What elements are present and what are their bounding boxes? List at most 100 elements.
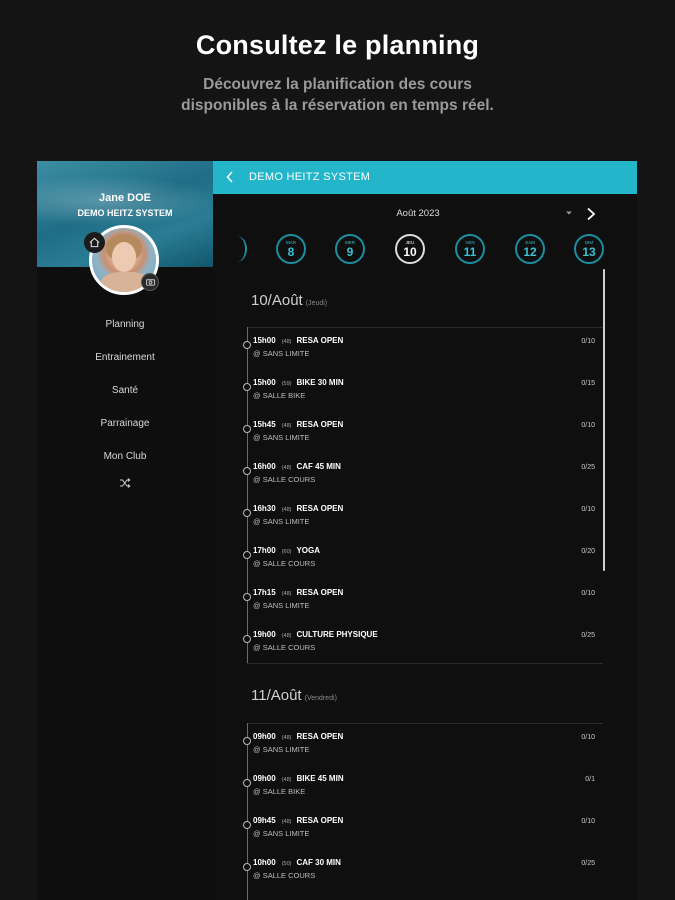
timeline-dot	[243, 863, 251, 871]
timeline-dot	[243, 593, 251, 601]
home-icon[interactable]	[84, 232, 105, 253]
slot-code: (59)	[281, 381, 292, 387]
slot-count: 0/10	[581, 818, 595, 825]
divider	[247, 663, 603, 664]
topbar-title: DEMO HEITZ SYSTEM	[249, 171, 371, 183]
timeline-dot	[243, 779, 251, 787]
timeline-dot	[243, 635, 251, 643]
month-selector[interactable]: Août 2023	[363, 208, 473, 219]
slot-count: 0/20	[581, 548, 595, 555]
scrollbar[interactable]	[603, 269, 605, 571]
slot-time: 15h45	[253, 420, 276, 429]
slot-code: (48)	[281, 507, 292, 513]
day-heading: 10/Août (Jeudi)	[251, 292, 327, 309]
day-circle[interactable]: VEN 11	[455, 234, 485, 264]
slot-count: 0/25	[581, 464, 595, 471]
slot-name: YOGA	[296, 546, 321, 555]
user-name: Jane DOE	[99, 192, 151, 204]
chevron-right-icon[interactable]	[585, 207, 597, 221]
slot-room: @ SALLE COURS	[253, 559, 316, 568]
day-number: 12	[523, 244, 537, 259]
shuffle-icon[interactable]	[37, 478, 213, 502]
slot-name: BIKE 45 MIN	[296, 774, 344, 783]
slot-count: 0/10	[581, 590, 595, 597]
slot-time: 10h00	[253, 858, 276, 867]
day-strip: MAR 8 MER 9 JEU 10 VEN 11 SAM 12 DIM 13	[213, 231, 637, 267]
slot-count: 0/1	[585, 776, 595, 783]
day-circle[interactable]: SAM 12	[515, 234, 545, 264]
camera-icon[interactable]	[141, 273, 159, 291]
class-slot[interactable]: 09h45 (48) RESA OPEN @ SANS LIMITE 0/10	[243, 807, 603, 849]
caret-down-icon[interactable]	[565, 209, 573, 217]
day-heading: 11/Août (Vendredi)	[251, 687, 337, 704]
class-slot[interactable]: 17h00 (60) YOGA @ SALLE COURS 0/20	[243, 537, 603, 579]
class-slot[interactable]: 16h30 (48) RESA OPEN @ SANS LIMITE 0/10	[243, 495, 603, 537]
slot-name: CAF 45 MIN	[296, 462, 341, 471]
day-heading-weekday: (Jeudi)	[305, 300, 328, 307]
day-circle[interactable]: MER 9	[335, 234, 365, 264]
slot-name: RESA OPEN	[296, 816, 344, 825]
slot-name: CAF 30 MIN	[296, 858, 341, 867]
timeline-dot	[243, 509, 251, 517]
slot-time: 09h45	[253, 816, 276, 825]
promo-subtitle-line-1: Découvrez la planification des cours	[203, 76, 472, 93]
timeline-dot	[243, 467, 251, 475]
day-circle[interactable]: MAR 8	[276, 234, 306, 264]
class-slot[interactable]: 15h00 (59) BIKE 30 MIN @ SALLE BIKE 0/15	[243, 369, 603, 411]
sidebar-item-planning[interactable]: Planning	[37, 313, 213, 346]
slot-count: 0/10	[581, 506, 595, 513]
class-slot[interactable]: 15h45 (48) RESA OPEN @ SANS LIMITE 0/10	[243, 411, 603, 453]
class-slot[interactable]: 10h00 (50) CAF 30 MIN @ SALLE COURS 0/25	[243, 849, 603, 891]
class-slot[interactable]: 09h00 (48) BIKE 45 MIN @ SALLE BIKE 0/1	[243, 765, 603, 807]
slot-time: 09h00	[253, 774, 276, 783]
day-circle-partial[interactable]	[227, 236, 247, 262]
sidebar-item-mon-club[interactable]: Mon Club	[37, 445, 213, 478]
slot-room: @ SANS LIMITE	[253, 517, 310, 526]
slot-count: 0/10	[581, 338, 595, 345]
slot-code: (48)	[281, 819, 292, 825]
slot-time: 16h30	[253, 504, 276, 513]
day-circle[interactable]: DIM 13	[574, 234, 604, 264]
slot-name: RESA OPEN	[296, 588, 344, 597]
slot-time: 19h00	[253, 630, 276, 639]
timeline-dot	[243, 551, 251, 559]
planning-panel: DEMO HEITZ SYSTEM Août 2023 MAR 8 MER 9 …	[213, 161, 637, 900]
slot-code: (48)	[281, 777, 292, 783]
slot-name: RESA OPEN	[296, 732, 344, 741]
slot-code: (48)	[281, 633, 292, 639]
slot-name: BIKE 30 MIN	[296, 378, 344, 387]
slot-count: 0/15	[581, 380, 595, 387]
promo-subtitle: Découvrez la planification des cours dis…	[0, 74, 675, 116]
sidebar-item-parrainage[interactable]: Parrainage	[37, 412, 213, 445]
slot-room: @ SALLE BIKE	[253, 787, 306, 796]
slot-name: RESA OPEN	[296, 504, 344, 513]
timeline-dot	[243, 737, 251, 745]
class-slot[interactable]: 15h00 (48) RESA OPEN @ SANS LIMITE 0/10	[243, 327, 603, 369]
club-name: DEMO HEITZ SYSTEM	[77, 208, 173, 218]
day-number: 13	[582, 244, 596, 259]
chevron-left-icon[interactable]	[221, 168, 239, 186]
class-slot[interactable]: 16h00 (48) CAF 45 MIN @ SALLE COURS 0/25	[243, 453, 603, 495]
slot-room: @ SANS LIMITE	[253, 829, 310, 838]
class-slot[interactable]: 17h15 (48) RESA OPEN @ SANS LIMITE 0/10	[243, 579, 603, 621]
slot-count: 0/10	[581, 734, 595, 741]
slot-room: @ SALLE BIKE	[253, 391, 306, 400]
slot-room: @ SANS LIMITE	[253, 745, 310, 754]
sidebar-item-sante[interactable]: Santé	[37, 379, 213, 412]
slot-code: (60)	[281, 549, 292, 555]
slot-time: 17h15	[253, 588, 276, 597]
day-heading-weekday: (Vendredi)	[304, 695, 337, 702]
app-screen: Jane DOE DEMO HEITZ SYSTEM Planning Entr…	[37, 161, 637, 900]
slot-count: 0/25	[581, 860, 595, 867]
slot-time: 17h00	[253, 546, 276, 555]
class-slot[interactable]: 19h00 (48) CULTURE PHYSIQUE @ SALLE COURS …	[243, 621, 603, 663]
timeline-dot	[243, 383, 251, 391]
day-number: 8	[287, 244, 295, 259]
slot-count: 0/10	[581, 422, 595, 429]
day-heading-date: 10/Août	[251, 292, 303, 309]
day-circle-selected[interactable]: JEU 10	[395, 234, 425, 264]
sidebar-item-entrainement[interactable]: Entrainement	[37, 346, 213, 379]
slot-code: (50)	[281, 861, 292, 867]
class-slot[interactable]: 09h00 (48) RESA OPEN @ SANS LIMITE 0/10	[243, 723, 603, 765]
slot-name: CULTURE PHYSIQUE	[296, 630, 378, 639]
